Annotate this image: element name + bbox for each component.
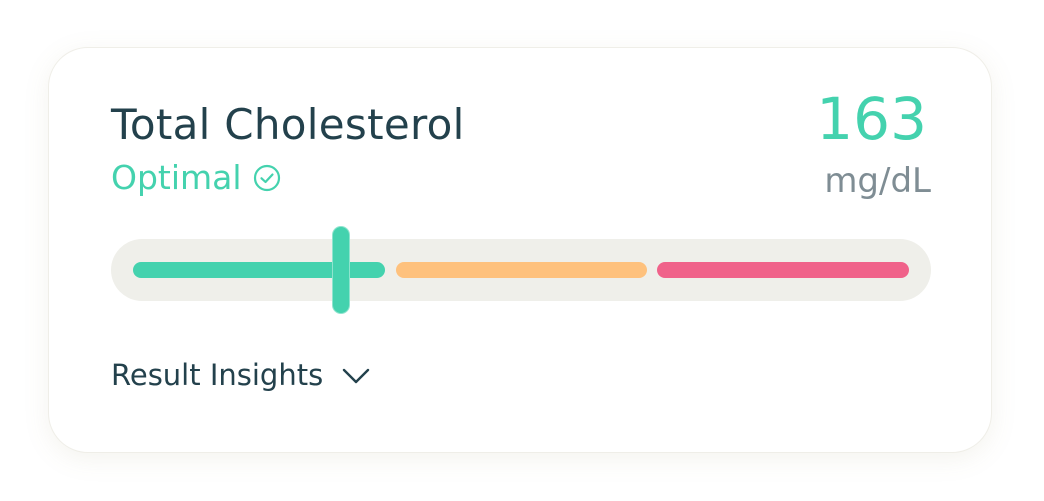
test-title: Total Cholesterol [111, 100, 465, 149]
chevron-down-icon [343, 368, 370, 383]
range-segment-borderline [396, 262, 647, 278]
result-insights-label: Result Insights [111, 358, 324, 392]
cholesterol-result-card: Total Cholesterol Optimal 163 mg/dL Resu… [48, 47, 992, 453]
result-value: 163 [816, 85, 927, 153]
result-marker [331, 226, 350, 314]
check-circle-icon [253, 164, 280, 191]
range-track [111, 226, 931, 314]
result-insights-toggle[interactable]: Result Insights [111, 361, 371, 390]
result-unit: mg/dL [824, 161, 931, 201]
range-segment-high [657, 262, 909, 278]
result-status: Optimal [111, 161, 282, 194]
status-label: Optimal [111, 158, 242, 197]
